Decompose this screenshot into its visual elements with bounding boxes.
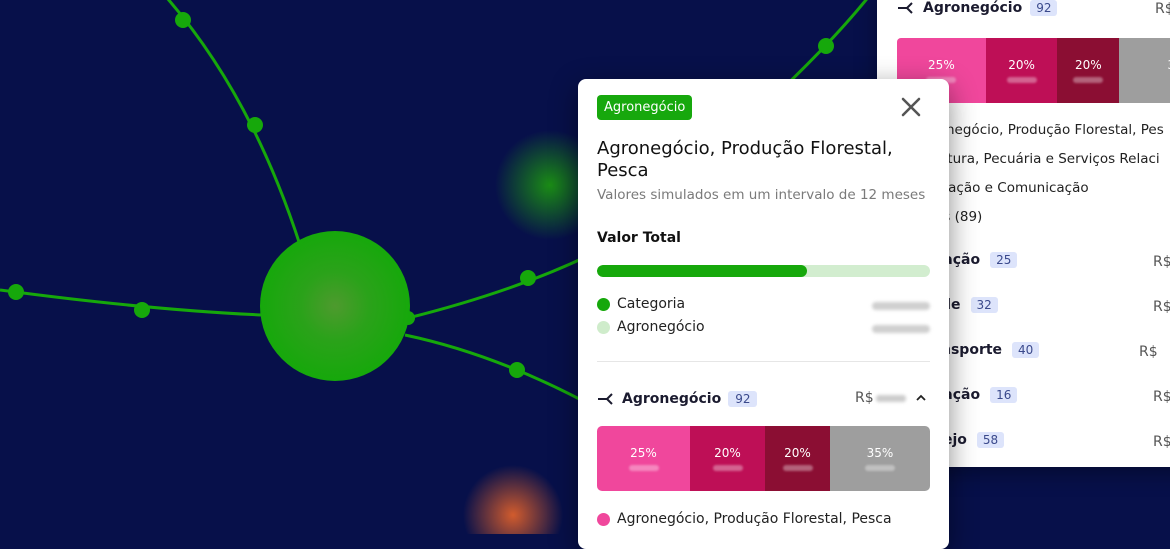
back-panel-line: ultura, Pecuária e Serviços Relaci — [935, 151, 1160, 167]
blurred-value — [872, 325, 930, 333]
chevron-up-icon[interactable] — [915, 392, 927, 404]
back-panel-line: mação e Comunicação — [935, 180, 1089, 196]
bar-segment[interactable]: 20% — [690, 426, 765, 491]
row-currency: R$ — [1139, 344, 1158, 360]
row-currency: R$ — [1153, 389, 1170, 405]
group-label: Agronegócio — [622, 391, 722, 407]
graph-node[interactable] — [520, 270, 536, 286]
bar-segment[interactable]: 25% — [597, 426, 690, 491]
graph-node[interactable] — [134, 302, 150, 318]
graph-node[interactable] — [8, 284, 24, 300]
back-panel-row[interactable]: ejo 58 — [943, 432, 1005, 448]
legend-item: Agronegócio — [597, 319, 705, 335]
back-panel-row[interactable]: nsporte 40 — [941, 342, 1040, 358]
category-tag: Agronegócio — [597, 95, 693, 120]
card-subtitle: Valores simulados em um intervalo de 12 … — [597, 187, 926, 203]
valor-total-label: Valor Total — [597, 230, 681, 246]
progress-fill — [597, 265, 807, 277]
divider — [597, 361, 930, 362]
edge — [166, 0, 302, 246]
legend-dot — [597, 297, 610, 311]
share-branch-icon — [598, 393, 613, 405]
back-panel-currency: R$ — [1155, 1, 1170, 17]
blurred-node-orange — [463, 465, 563, 534]
back-panel-group-label: Agronegócio — [923, 0, 1023, 16]
legend-dot — [597, 512, 610, 526]
share-branch-icon — [898, 2, 913, 14]
bar-segment[interactable]: 20% — [765, 426, 830, 491]
edge — [404, 333, 601, 412]
legend-item: Categoria — [597, 296, 685, 312]
legend-dot — [597, 320, 610, 334]
row-currency: R$ — [1153, 299, 1170, 315]
blurred-value — [872, 302, 930, 310]
back-panel-group-count: 92 — [1030, 0, 1058, 16]
bar-segment[interactable]: 20% — [985, 38, 1058, 103]
back-panel-row[interactable]: de 32 — [941, 297, 998, 313]
back-panel-line: negócio, Produção Florestal, Pes — [946, 122, 1164, 138]
graph-node[interactable] — [247, 117, 263, 133]
graph-node[interactable] — [818, 38, 834, 54]
graph-node[interactable] — [509, 362, 525, 378]
group-count: 92 — [728, 391, 758, 407]
bar-segment[interactable]: 35% — [830, 426, 930, 491]
row-currency: R$ — [1153, 254, 1170, 270]
detail-card: Agronegócio Agronegócio, Produção Flores… — [578, 79, 949, 549]
bar-segment[interactable]: 20% — [1057, 38, 1120, 103]
valor-total-progress — [597, 265, 930, 277]
graph-node[interactable] — [175, 12, 191, 28]
group-header[interactable]: Agronegócio 92 R$ — [597, 388, 930, 410]
edge — [407, 248, 601, 320]
edge — [0, 288, 263, 317]
stacked-bar: 25% 20% 20% 35% — [597, 426, 930, 491]
breakdown-item[interactable]: Agronegócio, Produção Florestal, Pesca — [597, 511, 892, 527]
back-panel-header: Agronegócio 92 R$ — [897, 0, 1170, 17]
row-currency: R$ — [1153, 434, 1170, 450]
hub-node[interactable] — [260, 231, 410, 381]
card-title: Agronegócio, Produção Florestal, Pesca — [597, 138, 893, 181]
close-icon[interactable] — [900, 96, 922, 118]
bar-segment[interactable]: 3 — [1119, 38, 1170, 103]
group-currency: R$ — [855, 390, 906, 406]
